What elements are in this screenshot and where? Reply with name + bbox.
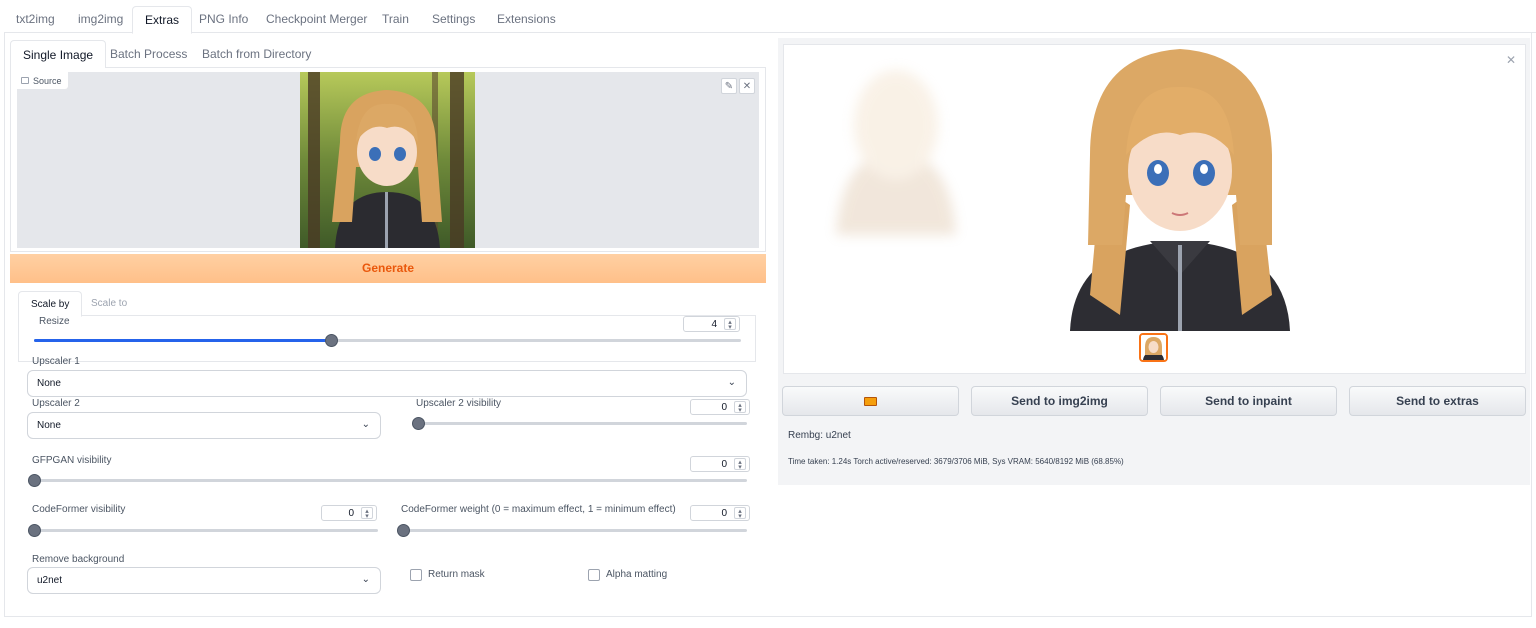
codeformer-weight-thumb[interactable]	[397, 524, 410, 537]
gfpgan-input[interactable]: 0 ▴ ▾	[690, 456, 750, 472]
thumbnail-image	[1141, 335, 1166, 360]
gfpgan-value: 0	[721, 459, 727, 470]
output-image[interactable]	[1060, 45, 1300, 331]
upscaler2-dropdown[interactable]: None ⌄	[27, 412, 381, 439]
scale-tabs: Scale by Scale to	[18, 291, 756, 317]
tab-settings[interactable]: Settings	[420, 6, 487, 33]
chevron-down-icon: ⌄	[727, 377, 736, 388]
remove-background-label: Remove background	[32, 554, 125, 565]
upscaler2-visibility-label: Upscaler 2 visibility	[416, 398, 502, 409]
time-taken-info: Time taken: 1.24s Torch active/reserved:…	[788, 457, 1124, 466]
send-to-inpaint-button[interactable]: Send to inpaint	[1160, 386, 1337, 416]
selected-thumbnail[interactable]	[1139, 333, 1168, 362]
tab-scale-to[interactable]: Scale to	[79, 291, 139, 316]
resize-slider-thumb[interactable]	[324, 334, 338, 347]
resize-number-input[interactable]: 4 ▴ ▾	[683, 316, 740, 332]
output-gallery: ✕	[783, 44, 1526, 374]
resize-label: Resize	[39, 316, 70, 327]
top-tab-bar: txt2img img2img Extras PNG Info Checkpoi…	[4, 6, 1536, 34]
codeformer-weight-value: 0	[721, 508, 727, 519]
tab-batch-process[interactable]: Batch Process	[98, 40, 199, 68]
upscaler1-label: Upscaler 1	[32, 356, 80, 367]
tab-img2img[interactable]: img2img	[66, 6, 135, 33]
upscaler2-value: None	[37, 420, 61, 431]
tab-txt2img[interactable]: txt2img	[4, 6, 67, 33]
codeformer-weight-slider[interactable]	[397, 524, 747, 537]
edit-icon[interactable]: ✎	[721, 78, 737, 94]
spinner-icon[interactable]: ▴ ▾	[361, 507, 373, 520]
resize-value: 4	[711, 319, 717, 330]
generate-button[interactable]: Generate	[10, 254, 766, 283]
upscaler2-visibility-thumb[interactable]	[412, 417, 425, 430]
gfpgan-slider[interactable]	[28, 474, 747, 487]
alpha-matting-label: Alpha matting	[606, 569, 668, 580]
image-icon	[21, 77, 29, 84]
source-label-text: Source	[33, 75, 62, 86]
spinner-icon[interactable]: ▴ ▾	[724, 318, 736, 331]
upscaler1-dropdown[interactable]: None ⌄	[27, 370, 747, 397]
return-mask-checkbox[interactable]	[410, 569, 422, 581]
spinner-icon[interactable]: ▴ ▾	[734, 401, 746, 414]
remove-background-dropdown[interactable]: u2net ⌄	[27, 567, 381, 594]
close-icon[interactable]: ✕	[1506, 53, 1516, 67]
resize-slider-fill	[34, 339, 331, 342]
tab-train[interactable]: Train	[370, 6, 421, 33]
codeformer-weight-label: CodeFormer weight (0 = maximum effect, 1…	[401, 504, 676, 515]
alpha-matting-checkbox[interactable]	[588, 569, 600, 581]
send-to-img2img-button[interactable]: Send to img2img	[971, 386, 1148, 416]
tab-extras[interactable]: Extras	[132, 6, 193, 34]
upscaler1-value: None	[37, 378, 61, 389]
rembg-info: Rembg: u2net	[788, 430, 851, 441]
return-mask-label: Return mask	[428, 569, 485, 580]
gfpgan-thumb[interactable]	[28, 474, 41, 487]
send-to-extras-button[interactable]: Send to extras	[1349, 386, 1526, 416]
tab-single-image[interactable]: Single Image	[10, 40, 107, 69]
codeformer-visibility-input[interactable]: 0 ▴ ▾	[321, 505, 377, 521]
chevron-down-icon: ⌄	[361, 419, 370, 430]
source-label: Source	[17, 72, 69, 90]
open-folder-button[interactable]	[782, 386, 959, 416]
codeformer-visibility-slider[interactable]	[28, 524, 378, 537]
source-image-panel: Source ✎ ✕	[10, 68, 766, 252]
codeformer-visibility-thumb[interactable]	[28, 524, 41, 537]
folder-icon	[864, 397, 877, 407]
upscaler2-visibility-value: 0	[721, 402, 727, 413]
upscaler2-label: Upscaler 2	[32, 398, 80, 409]
clear-icon[interactable]: ✕	[739, 78, 755, 94]
tab-scale-by[interactable]: Scale by	[18, 291, 83, 317]
upscaler2-visibility-input[interactable]: 0 ▴ ▾	[690, 399, 750, 415]
codeformer-weight-input[interactable]: 0 ▴ ▾	[690, 505, 750, 521]
codeformer-visibility-value: 0	[348, 508, 354, 519]
chevron-down-icon: ⌄	[361, 574, 370, 585]
resize-slider[interactable]	[34, 334, 741, 347]
source-image	[300, 72, 475, 248]
gfpgan-label: GFPGAN visibility	[32, 455, 112, 466]
extras-sub-tabs: Single Image Batch Process Batch from Di…	[10, 40, 766, 69]
source-image-area[interactable]	[17, 72, 759, 248]
upscaler2-visibility-slider[interactable]	[412, 417, 747, 430]
tab-batch-from-directory[interactable]: Batch from Directory	[190, 40, 323, 68]
faded-preview-image	[836, 70, 956, 235]
spinner-icon[interactable]: ▴ ▾	[734, 458, 746, 471]
codeformer-visibility-label: CodeFormer visibility	[32, 504, 126, 515]
spinner-icon[interactable]: ▴ ▾	[734, 507, 746, 520]
tab-extensions[interactable]: Extensions	[485, 6, 568, 33]
tab-checkpoint-merger[interactable]: Checkpoint Merger	[254, 6, 379, 33]
tab-png-info[interactable]: PNG Info	[187, 6, 260, 33]
remove-background-value: u2net	[37, 575, 63, 586]
